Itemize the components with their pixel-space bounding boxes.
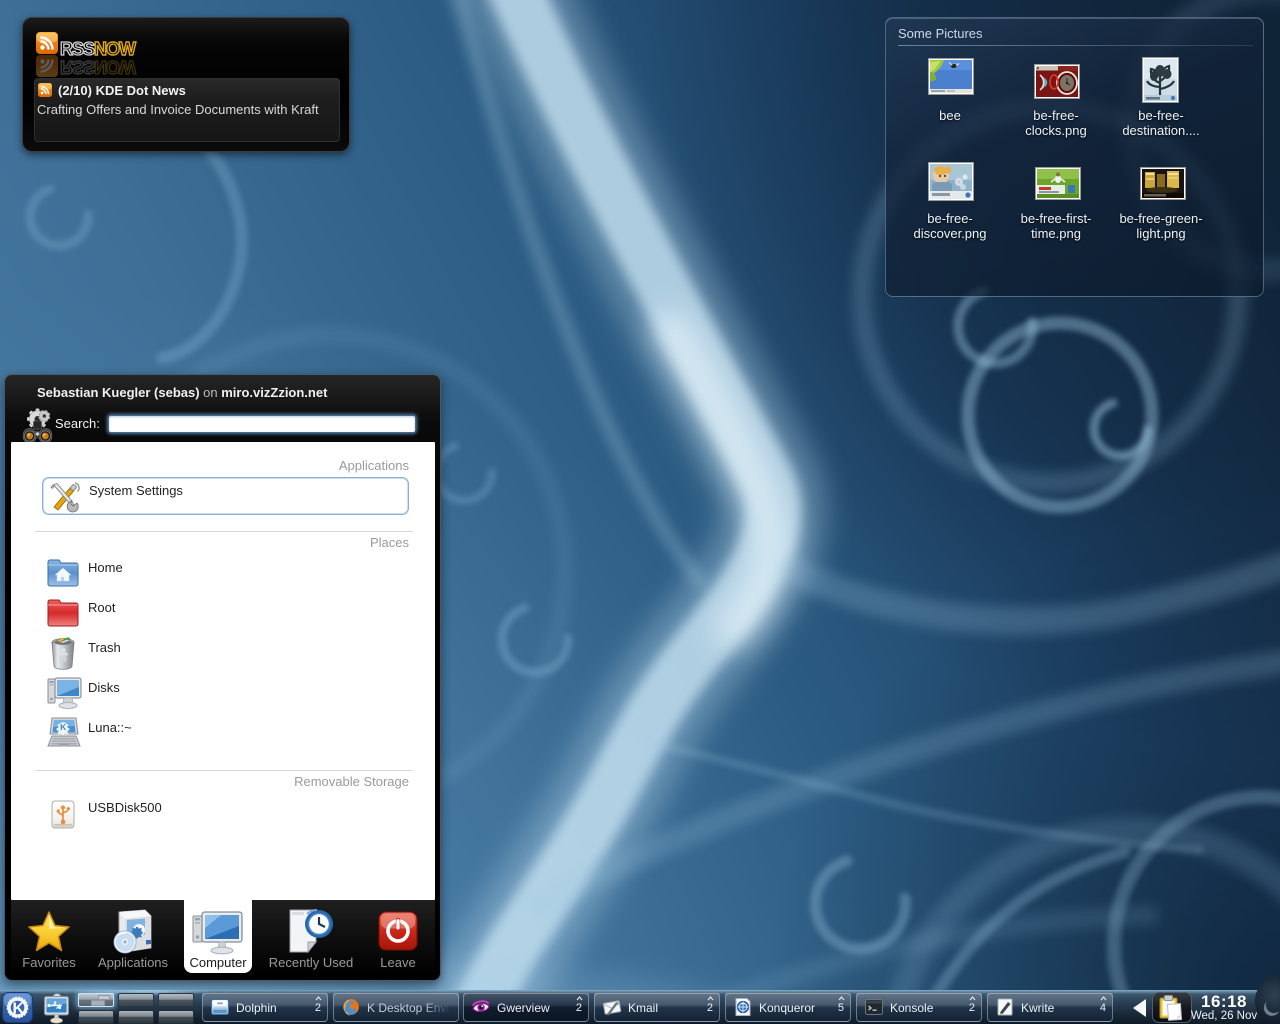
svg-text:K: K (60, 722, 67, 732)
svg-text:K: K (13, 1001, 25, 1018)
